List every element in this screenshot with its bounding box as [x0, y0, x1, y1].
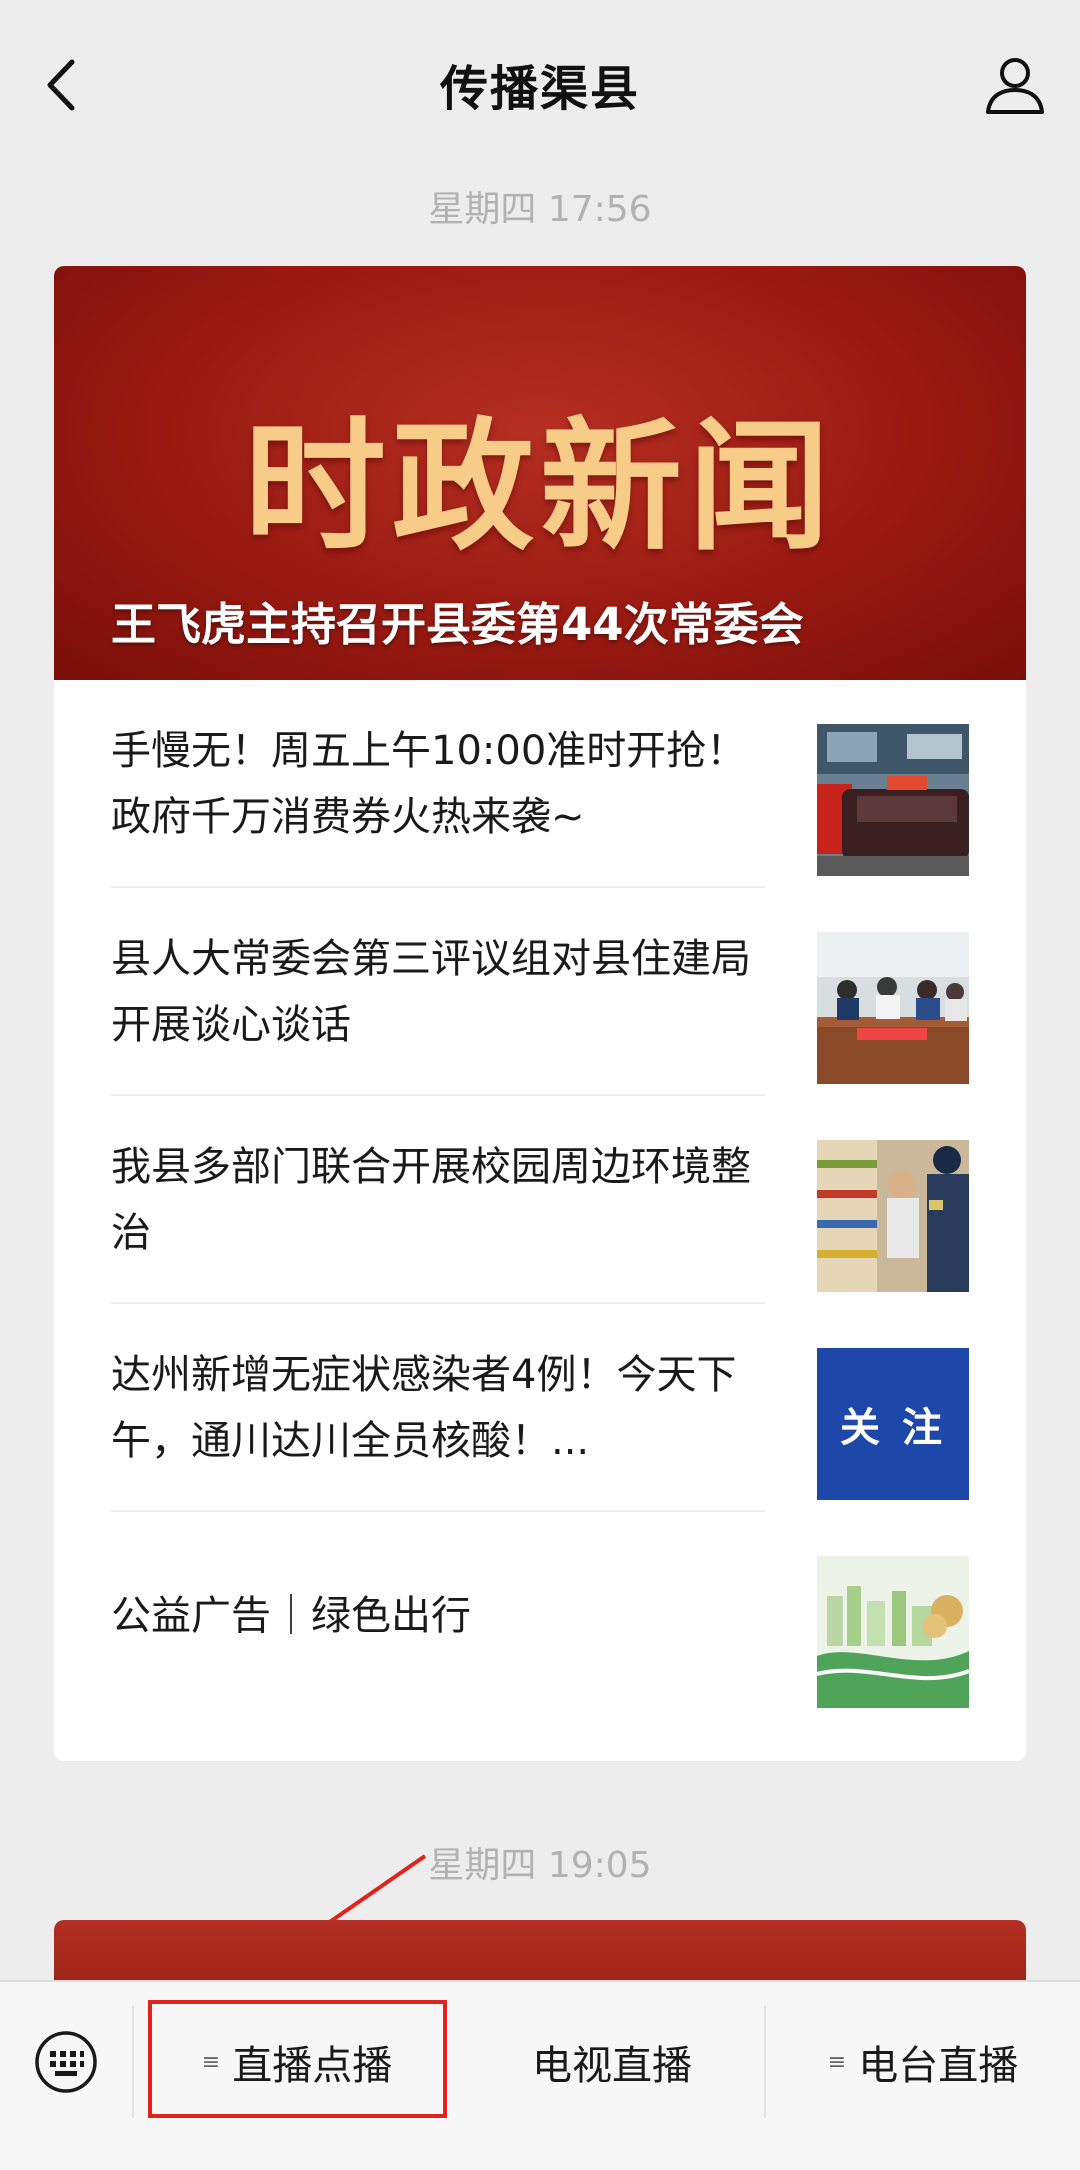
message-timestamp: 星期四 19:05 [428, 1845, 652, 1886]
annotation-highlight-box [148, 2000, 447, 2118]
article-title: 手慢无！周五上午10:00准时开抢！政府千万消费券火热来袭~ [111, 728, 747, 840]
next-news-banner[interactable] [54, 1920, 1026, 1980]
banner-title: 时政新闻 [244, 405, 836, 570]
article-title: 达州新增无症状感染者4例！今天下午，通川达川全员核酸！... [111, 1352, 737, 1464]
article-thumbnail: 关 注 [817, 1348, 969, 1500]
message-timestamp: 星期四 17:56 [428, 189, 652, 230]
article-thumbnail [817, 724, 969, 876]
article-thumbnail [817, 1140, 969, 1292]
article-thumbnail [817, 932, 969, 1084]
menu-item-radio-live[interactable]: ≡ 电台直播 [766, 2006, 1080, 2118]
article-item[interactable]: 手慢无！周五上午10:00准时开抢！政府千万消费券火热来袭~ [111, 680, 971, 888]
keyboard-icon[interactable] [34, 2030, 98, 2094]
article-title: 我县多部门联合开展校园周边环境整治 [111, 1144, 751, 1256]
nav-bar: 传播渠县 [0, 0, 1080, 168]
article-thumbnail [817, 1556, 969, 1708]
article-title: 县人大常委会第三评议组对县住建局开展谈心谈话 [111, 936, 751, 1048]
submenu-icon: ≡ [827, 2049, 847, 2075]
article-title: 公益广告｜绿色出行 [111, 1593, 471, 1639]
user-profile-icon[interactable] [980, 50, 1050, 120]
article-item[interactable]: 公益广告｜绿色出行 [111, 1512, 971, 1720]
article-item[interactable]: 县人大常委会第三评议组对县住建局开展谈心谈话 [111, 888, 971, 1096]
thumbnail-label: 关 注 [840, 1405, 946, 1451]
article-item[interactable]: 我县多部门联合开展校园周边环境整治 [111, 1096, 971, 1304]
banner-headline: 王飞虎主持召开县委第44次常委会 [111, 598, 804, 651]
page-title: 传播渠县 [439, 61, 640, 117]
menu-item-label: 电视直播 [532, 2043, 692, 2089]
menu-item-tv-live[interactable]: 电视直播 [460, 2006, 764, 2118]
news-card: 时政新闻 王飞虎主持召开县委第44次常委会 手慢无！周五上午10:00准时开抢！… [54, 266, 1026, 1761]
menu-item-label: 电台直播 [858, 2043, 1019, 2089]
article-item[interactable]: 达州新增无症状感染者4例！今天下午，通川达川全员核酸！... 关 注 [111, 1304, 971, 1512]
news-banner[interactable]: 时政新闻 王飞虎主持召开县委第44次常委会 [54, 266, 1026, 680]
back-arrow-icon[interactable] [36, 50, 96, 120]
